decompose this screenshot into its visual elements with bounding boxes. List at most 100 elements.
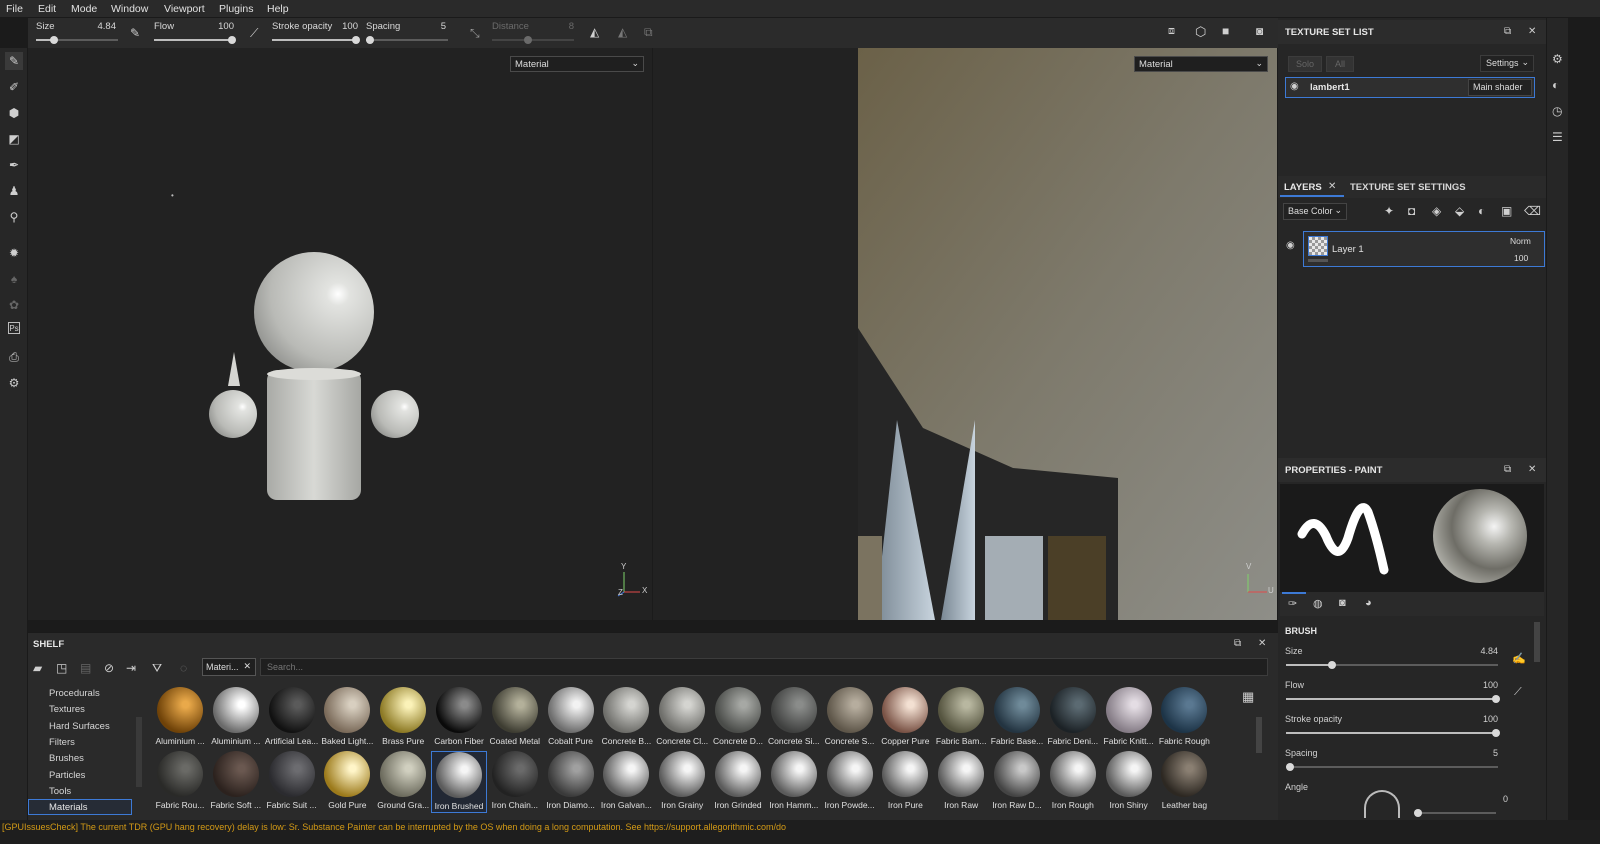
menu-help[interactable]: Help	[267, 3, 289, 15]
menu-plugins[interactable]: Plugins	[219, 3, 253, 15]
add-fill-layer-icon[interactable]: ⬙	[1455, 204, 1464, 218]
viewport-2d[interactable]: Material ⌄ V U	[653, 48, 1277, 620]
material-tile[interactable]: Iron Grinded	[710, 751, 766, 813]
history-icon[interactable]: ◷	[1552, 104, 1562, 118]
material-tile[interactable]: Carbon Fiber	[431, 687, 487, 749]
material-tile[interactable]: Ground Gra...	[375, 751, 431, 813]
flow-slider[interactable]	[154, 36, 236, 44]
spacing-slider[interactable]	[366, 36, 448, 44]
symmetry-mirror-icon[interactable]: ◭	[618, 25, 627, 39]
size-value[interactable]: 4.84	[88, 21, 117, 32]
material-tile[interactable]: Fabric Knitt...	[1101, 687, 1157, 749]
layer-visibility-eye-icon[interactable]: ◉	[1286, 240, 1295, 251]
solo-button[interactable]: Solo	[1288, 56, 1322, 72]
color-picker-icon[interactable]: ⚲	[5, 208, 23, 226]
brush-size-value[interactable]: 4.84	[1480, 646, 1498, 656]
category-textures[interactable]: Textures	[49, 704, 85, 715]
brush-tab-icon[interactable]: ✑	[1288, 597, 1297, 610]
material-tile[interactable]: Fabric Suit ...	[264, 751, 320, 813]
material-tile[interactable]: Concrete S...	[822, 687, 878, 749]
categories-scrollbar[interactable]	[136, 717, 142, 787]
brush-opacity-slider[interactable]	[1286, 729, 1500, 737]
material-tile[interactable]: Baked Light...	[319, 687, 375, 749]
material-tile[interactable]: Aluminium ...	[152, 687, 208, 749]
material-tile[interactable]: Cobalt Pure	[543, 687, 599, 749]
folder-icon[interactable]: ▰	[33, 661, 42, 675]
material-tab-icon[interactable]: ◕	[1365, 597, 1372, 609]
material-tile[interactable]: Concrete Cl...	[654, 687, 710, 749]
close-icon[interactable]: ✕	[1258, 638, 1266, 649]
category-filters[interactable]: Filters	[49, 737, 75, 748]
character-model[interactable]: •	[28, 48, 652, 620]
material-tile[interactable]: Brass Pure	[375, 687, 431, 749]
menu-viewport[interactable]: Viewport	[164, 3, 205, 15]
shelf-search-input[interactable]	[260, 658, 1268, 676]
spacing-value[interactable]: 5	[418, 21, 446, 32]
menu-mode[interactable]: Mode	[71, 3, 97, 15]
close-icon[interactable]: ✕	[1528, 26, 1536, 37]
material-tile[interactable]: Iron Rough	[1045, 751, 1101, 813]
material-tile[interactable]: Fabric Bam...	[933, 687, 989, 749]
layer-name[interactable]: Layer 1	[1332, 244, 1364, 255]
display-mode-icon[interactable]: ⧈	[1168, 25, 1175, 38]
lazy-mouse-icon[interactable]: ⤡	[470, 26, 480, 41]
tab-layers[interactable]: LAYERS	[1284, 182, 1322, 193]
flow-value[interactable]: 100	[206, 21, 234, 32]
tab-texture-set-settings[interactable]: TEXTURE SET SETTINGS	[1350, 182, 1466, 193]
environment-icon[interactable]: ⚙	[1552, 52, 1563, 66]
add-layer-icon[interactable]: ◈	[1432, 204, 1441, 218]
symmetry-settings-icon[interactable]: ⧉	[644, 25, 653, 40]
hide-icon[interactable]: ⊘	[104, 661, 114, 675]
material-tile[interactable]: Fabric Rough	[1156, 687, 1212, 749]
material-tile[interactable]: Fabric Base...	[989, 687, 1045, 749]
camera-3d-icon[interactable]: ⬡	[1195, 24, 1206, 40]
delete-shelf-icon[interactable]: ▤	[80, 661, 91, 675]
polygon-fill-icon[interactable]: ◩	[5, 130, 23, 148]
clone-tool-icon[interactable]: ♟	[5, 182, 23, 200]
material-tile[interactable]: Fabric Rou...	[152, 751, 208, 813]
brush-opacity-value[interactable]: 100	[1483, 714, 1498, 724]
material-tile[interactable]: Concrete D...	[710, 687, 766, 749]
pen-pressure-icon[interactable]: ✍	[1512, 652, 1526, 665]
category-brushes[interactable]: Brushes	[49, 753, 84, 764]
material-tile[interactable]: Gold Pure	[319, 751, 375, 813]
stencil-tab-icon[interactable]: ◙	[1339, 597, 1346, 609]
material-tile[interactable]: Concrete Si...	[766, 687, 822, 749]
flow-pressure-icon[interactable]: ⟋	[1514, 686, 1522, 699]
viewport-3d[interactable]: Material ⌄ • Y X Z	[28, 48, 652, 620]
layer-row[interactable]: Layer 1 Norm 100	[1303, 231, 1545, 267]
material-tile[interactable]: Iron Chain...	[487, 751, 543, 813]
flow-brush-icon[interactable]: ✎	[130, 26, 140, 40]
brush-flow-value[interactable]: 100	[1483, 680, 1498, 690]
material-tile[interactable]: Leather bag	[1156, 751, 1212, 813]
particle-icon[interactable]: ♠	[5, 270, 23, 288]
visibility-eye-icon[interactable]: ◉	[1290, 81, 1299, 92]
grid-view-icon[interactable]: ▦	[1242, 689, 1254, 705]
alpha-tab-icon[interactable]: ◍	[1313, 597, 1323, 610]
channel-select[interactable]: Base Color ⌄	[1283, 203, 1347, 220]
category-procedurals[interactable]: Procedurals	[49, 688, 100, 699]
properties-scrollbar[interactable]	[1534, 622, 1540, 662]
display-settings-icon[interactable]: ◐	[1552, 78, 1559, 92]
brush-flow-slider[interactable]	[1286, 695, 1500, 703]
material-tile[interactable]: Iron Powde...	[822, 751, 878, 813]
brush-spacing-value[interactable]: 5	[1493, 748, 1498, 758]
brush-spacing-slider[interactable]	[1286, 763, 1498, 771]
material-tile[interactable]: Fabric Deni...	[1045, 687, 1101, 749]
delete-layer-icon[interactable]: ⌫	[1524, 204, 1541, 218]
category-particles[interactable]: Particles	[49, 770, 85, 781]
menu-file[interactable]: File	[6, 3, 23, 15]
material-tile[interactable]: Iron Brushed	[431, 751, 487, 813]
filter-icon[interactable]: ⛛	[152, 661, 162, 676]
add-effect-icon[interactable]: ✦	[1384, 204, 1394, 218]
eraser-tool-icon[interactable]: ✐	[5, 78, 23, 96]
add-smart-material-icon[interactable]: ◐	[1478, 204, 1485, 218]
material-tile[interactable]: Aluminium ...	[208, 687, 264, 749]
material-tile[interactable]: Iron Galvan...	[598, 751, 654, 813]
material-tile[interactable]: Concrete B...	[598, 687, 654, 749]
bake-icon[interactable]: ✹	[5, 244, 23, 262]
import-icon[interactable]: ⇥	[126, 661, 136, 675]
settings-dropdown[interactable]: Settings ⌄	[1480, 55, 1534, 72]
symmetry-icon[interactable]: ◭	[590, 25, 599, 39]
shader-select[interactable]: Main shader	[1468, 79, 1532, 96]
